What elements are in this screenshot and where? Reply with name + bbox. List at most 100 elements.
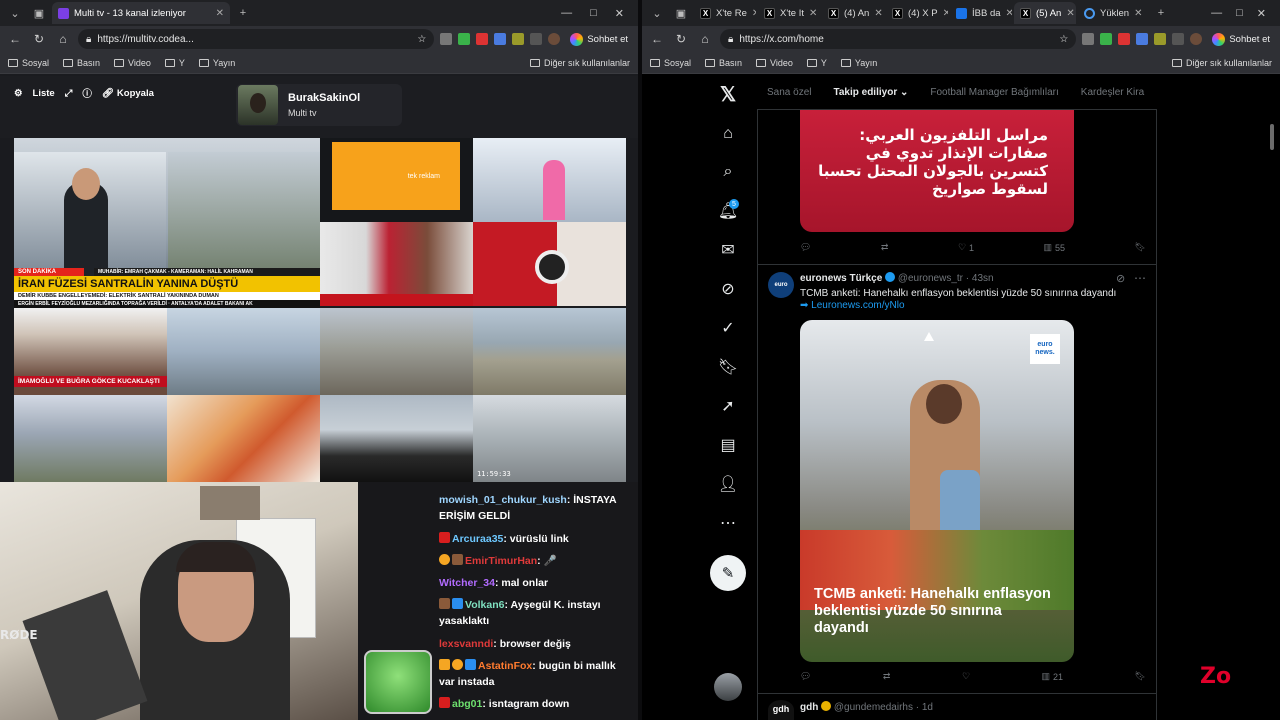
tab-loading[interactable]: Yüklen ✕ [1078, 2, 1148, 24]
bookmark-item[interactable]: Video [114, 58, 151, 68]
reply-icon[interactable]: 💬︎ [800, 242, 811, 253]
tv-tile-camera-grid[interactable] [167, 308, 320, 395]
tab-ibb[interactable]: İBB da ✕ [950, 2, 1012, 24]
tv-tile-ad[interactable]: tek reklam [320, 138, 473, 222]
chat-user[interactable]: EmirTimurHan [465, 555, 537, 567]
author-handle[interactable]: @euronews_tr · 43sn [898, 273, 994, 284]
chat-user[interactable]: abg01 [452, 698, 482, 710]
tab-x[interactable]: X X'te Re ✕ [694, 2, 756, 24]
extension-icon[interactable] [494, 33, 507, 45]
like-button[interactable]: ♡ 1 [958, 242, 974, 253]
tab-x-active[interactable]: X (5) An ✕ [1014, 2, 1076, 24]
extension-icon[interactable] [1136, 33, 1149, 45]
chat-button[interactable]: Sohbet et [566, 32, 632, 46]
new-tab-icon[interactable]: + [1150, 2, 1172, 24]
tv-tile-clouds[interactable]: 11:59:33 [473, 395, 626, 482]
reply-icon[interactable]: 💬︎ [800, 671, 811, 682]
account-avatar[interactable] [714, 673, 742, 701]
close-icon[interactable]: ✕ [1066, 8, 1074, 19]
back-icon[interactable]: ← [648, 30, 666, 48]
close-icon[interactable]: ✕ [1006, 8, 1012, 19]
scrollbar-thumb[interactable] [1270, 124, 1274, 150]
maximize-icon[interactable]: □ [590, 7, 597, 20]
tab-multitv[interactable]: Multi tv - 13 kanal izleniyor ✕ [52, 2, 230, 24]
avatar[interactable] [1190, 33, 1203, 45]
tv-tile-main[interactable]: SON DAKİKA MUHABİR: EMRAH ÇAKMAK - KAMER… [14, 138, 320, 308]
reload-icon[interactable]: ↻ [672, 30, 690, 48]
grok-icon[interactable]: ⊘ [718, 279, 738, 299]
avatar[interactable] [548, 33, 561, 45]
more-icon[interactable]: ⋯ [718, 513, 738, 533]
extension-icon[interactable] [1082, 33, 1095, 45]
post-link[interactable]: ➡ Leuronews.com/yNlo [800, 300, 905, 311]
bookmark-item[interactable]: Y [164, 58, 185, 68]
star-icon[interactable]: ☆ [1059, 34, 1068, 45]
bookmark-item[interactable]: Sosyal [650, 58, 691, 68]
copy-button[interactable]: 🔗︎ Kopyala [102, 88, 154, 99]
tv-tile-shopping[interactable] [473, 222, 626, 306]
info-icon[interactable]: ⓘ [82, 86, 92, 100]
lists-icon[interactable]: ▤ [718, 435, 738, 455]
bookmark-icon[interactable]: 🔖︎ [1135, 242, 1146, 253]
author-handle[interactable]: @gundemedairhs · 1d [834, 702, 933, 713]
bookmark-item[interactable]: Video [756, 58, 793, 68]
post-image-arabic[interactable]: مراسل التلفزيون العربي: صفارات الإنذار ت… [800, 110, 1074, 232]
close-icon[interactable]: ✕ [809, 8, 817, 19]
gdh-avatar[interactable]: gdh [768, 700, 794, 720]
minimize-icon[interactable]: — [561, 7, 572, 20]
x-logo-icon[interactable]: 𝕏 [718, 84, 738, 106]
close-icon[interactable]: ✕ [943, 8, 948, 19]
extension-icon[interactable] [440, 33, 453, 45]
close-icon[interactable]: ✕ [752, 8, 756, 19]
post-image[interactable]: euro news. TCMB anketi: Hanehalkı enflas… [800, 320, 1074, 662]
other-bookmarks[interactable]: Diğer sık kullanılanlar [1171, 58, 1272, 68]
fullscreen-icon[interactable]: ⤢ [65, 88, 73, 99]
favorites-icon[interactable] [1172, 33, 1185, 45]
euronews-avatar[interactable]: euro [768, 272, 794, 298]
close-icon[interactable]: ✕ [216, 8, 224, 19]
close-window-icon[interactable]: ✕ [615, 7, 624, 20]
tv-tile-coast[interactable] [473, 308, 626, 395]
jobs-icon[interactable]: ➚ [718, 396, 738, 416]
tv-tile-studio[interactable] [473, 138, 626, 222]
maximize-icon[interactable]: □ [1236, 7, 1243, 20]
extension-icon[interactable] [458, 33, 471, 45]
verified-icon[interactable]: ✓ [718, 318, 738, 338]
tv-tile-skyline[interactable] [14, 395, 167, 482]
extension-icon[interactable] [1100, 33, 1113, 45]
chat-button[interactable]: Sohbet et [1208, 32, 1274, 46]
extension-icon[interactable] [476, 33, 489, 45]
close-icon[interactable]: ✕ [874, 8, 882, 19]
chat-user[interactable]: lexsvanndi [439, 638, 493, 650]
bookmark-item[interactable]: Y [806, 58, 827, 68]
other-bookmarks[interactable]: Diğer sık kullanılanlar [529, 58, 630, 68]
home-icon[interactable]: ⌂ [696, 30, 714, 48]
workspaces-icon[interactable]: ▣ [28, 2, 50, 24]
bookmark-item[interactable]: Basın [63, 58, 100, 68]
tv-tile-sports[interactable] [320, 222, 473, 306]
chat-user[interactable]: Volkan6 [465, 599, 505, 611]
messages-icon[interactable]: ✉ [718, 240, 738, 260]
bookmark-item[interactable]: Yayın [198, 58, 235, 68]
bookmark-item[interactable]: Yayın [840, 58, 877, 68]
settings-icon[interactable]: ⚙ [14, 88, 23, 99]
bookmark-item[interactable]: Sosyal [8, 58, 49, 68]
tab-x[interactable]: X (4) An ✕ [822, 2, 884, 24]
grok-actions-icon[interactable]: ⊘ [1116, 272, 1125, 285]
like-button[interactable]: ♡ [962, 671, 970, 682]
chat-user[interactable]: mowish_01_chukur_kush [439, 494, 567, 506]
views-button[interactable]: ▥ 55 [1044, 242, 1066, 253]
profile-icon[interactable]: 👤︎ [718, 474, 738, 494]
more-options-icon[interactable]: ⋯ [1134, 271, 1146, 285]
close-icon[interactable]: ✕ [1134, 8, 1142, 19]
tab-following[interactable]: Takip ediliyor ⌄ [833, 87, 908, 98]
bookmarks-icon[interactable]: 🔖︎ [718, 357, 738, 377]
tab-list-icon[interactable]: ⌄ [646, 2, 668, 24]
bookmark-item[interactable]: Basın [705, 58, 742, 68]
url-field[interactable]: 🔒︎ https://multitv.codea... ☆ [78, 29, 435, 49]
new-tab-icon[interactable]: + [232, 2, 254, 24]
tab-x[interactable]: X (4) X P ✕ [886, 2, 948, 24]
tab-list-icon[interactable]: ⌄ [4, 2, 26, 24]
home-icon[interactable]: ⌂ [54, 30, 72, 48]
tab-for-you[interactable]: Sana özel [767, 87, 811, 98]
